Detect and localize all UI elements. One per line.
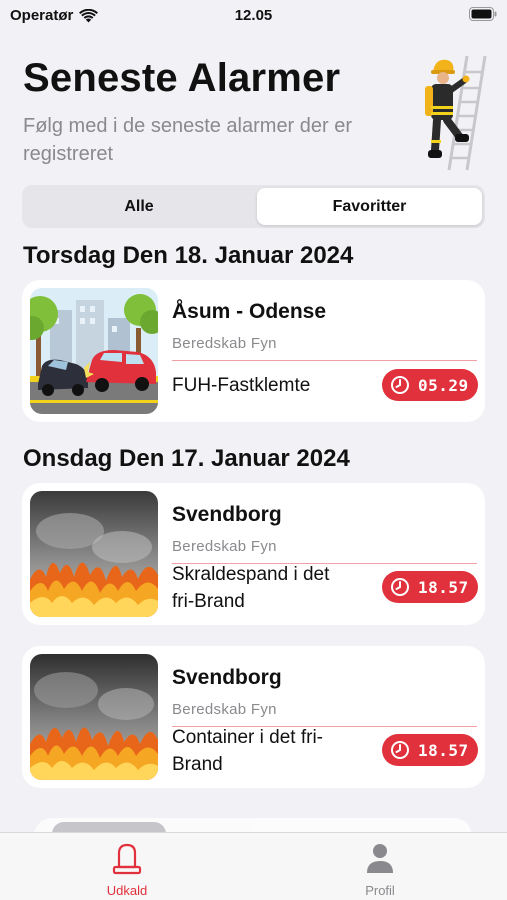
card-divider (172, 360, 477, 361)
tab-label: Udkald (106, 883, 148, 898)
alarm-time-badge: 18.57 (382, 734, 478, 766)
alarm-time-badge: 05.29 (382, 369, 478, 401)
alarm-location: Svendborg (172, 666, 282, 689)
section-date-heading: Torsdag Den 18. Januar 2024 (23, 242, 354, 269)
segment-alle[interactable]: Alle (25, 188, 253, 225)
firefighter-ladder-illustration (425, 55, 487, 171)
alarm-card[interactable]: Svendborg Beredskab Fyn Skraldespand i d… (22, 483, 485, 625)
tab-udkald[interactable]: Udkald (67, 841, 187, 898)
alarm-service: Beredskab Fyn (172, 335, 277, 352)
alarm-service: Beredskab Fyn (172, 701, 277, 718)
alarm-time: 18.57 (418, 740, 469, 760)
alarm-time: 05.29 (418, 375, 469, 395)
tab-label: Profil (365, 883, 395, 898)
fire-illustration (30, 491, 158, 617)
alarm-card[interactable]: Åsum - Odense Beredskab Fyn FUH-Fastklem… (22, 280, 485, 422)
alarm-type: Skraldespand i det fri-Brand (172, 564, 330, 612)
filter-segmented-control: Alle Favoritter (22, 185, 485, 228)
alarm-card[interactable]: Svendborg Beredskab Fyn Container i det … (22, 646, 485, 788)
alarm-service: Beredskab Fyn (172, 538, 277, 555)
tab-profil[interactable]: Profil (320, 841, 440, 898)
car-crash-illustration (30, 288, 158, 414)
clock-icon (391, 741, 409, 759)
clock-icon (391, 578, 409, 596)
segment-favoritter[interactable]: Favoritter (257, 188, 482, 225)
person-icon (367, 844, 393, 873)
alarm-type: Container i det fri-Brand (172, 727, 324, 775)
clock-icon (391, 376, 409, 394)
status-time: 12.05 (234, 7, 273, 24)
page-title: Seneste Alarmer (23, 56, 341, 100)
page-subtitle: Følg med i de seneste alarmer der er reg… (23, 115, 353, 165)
alarm-location: Åsum - Odense (172, 300, 327, 323)
section-date-heading: Onsdag Den 17. Januar 2024 (23, 445, 350, 472)
battery-icon (469, 7, 497, 21)
siren-icon (112, 843, 142, 875)
status-bar: Operatør 12.05 (0, 0, 507, 32)
alarm-location: Svendborg (172, 503, 282, 526)
alarm-type: FUH-Fastklemte (172, 375, 311, 396)
fire-illustration (30, 654, 158, 780)
tab-bar: Udkald Profil (0, 832, 507, 900)
alarm-time-badge: 18.57 (382, 571, 478, 603)
alarm-time: 18.57 (418, 577, 469, 597)
